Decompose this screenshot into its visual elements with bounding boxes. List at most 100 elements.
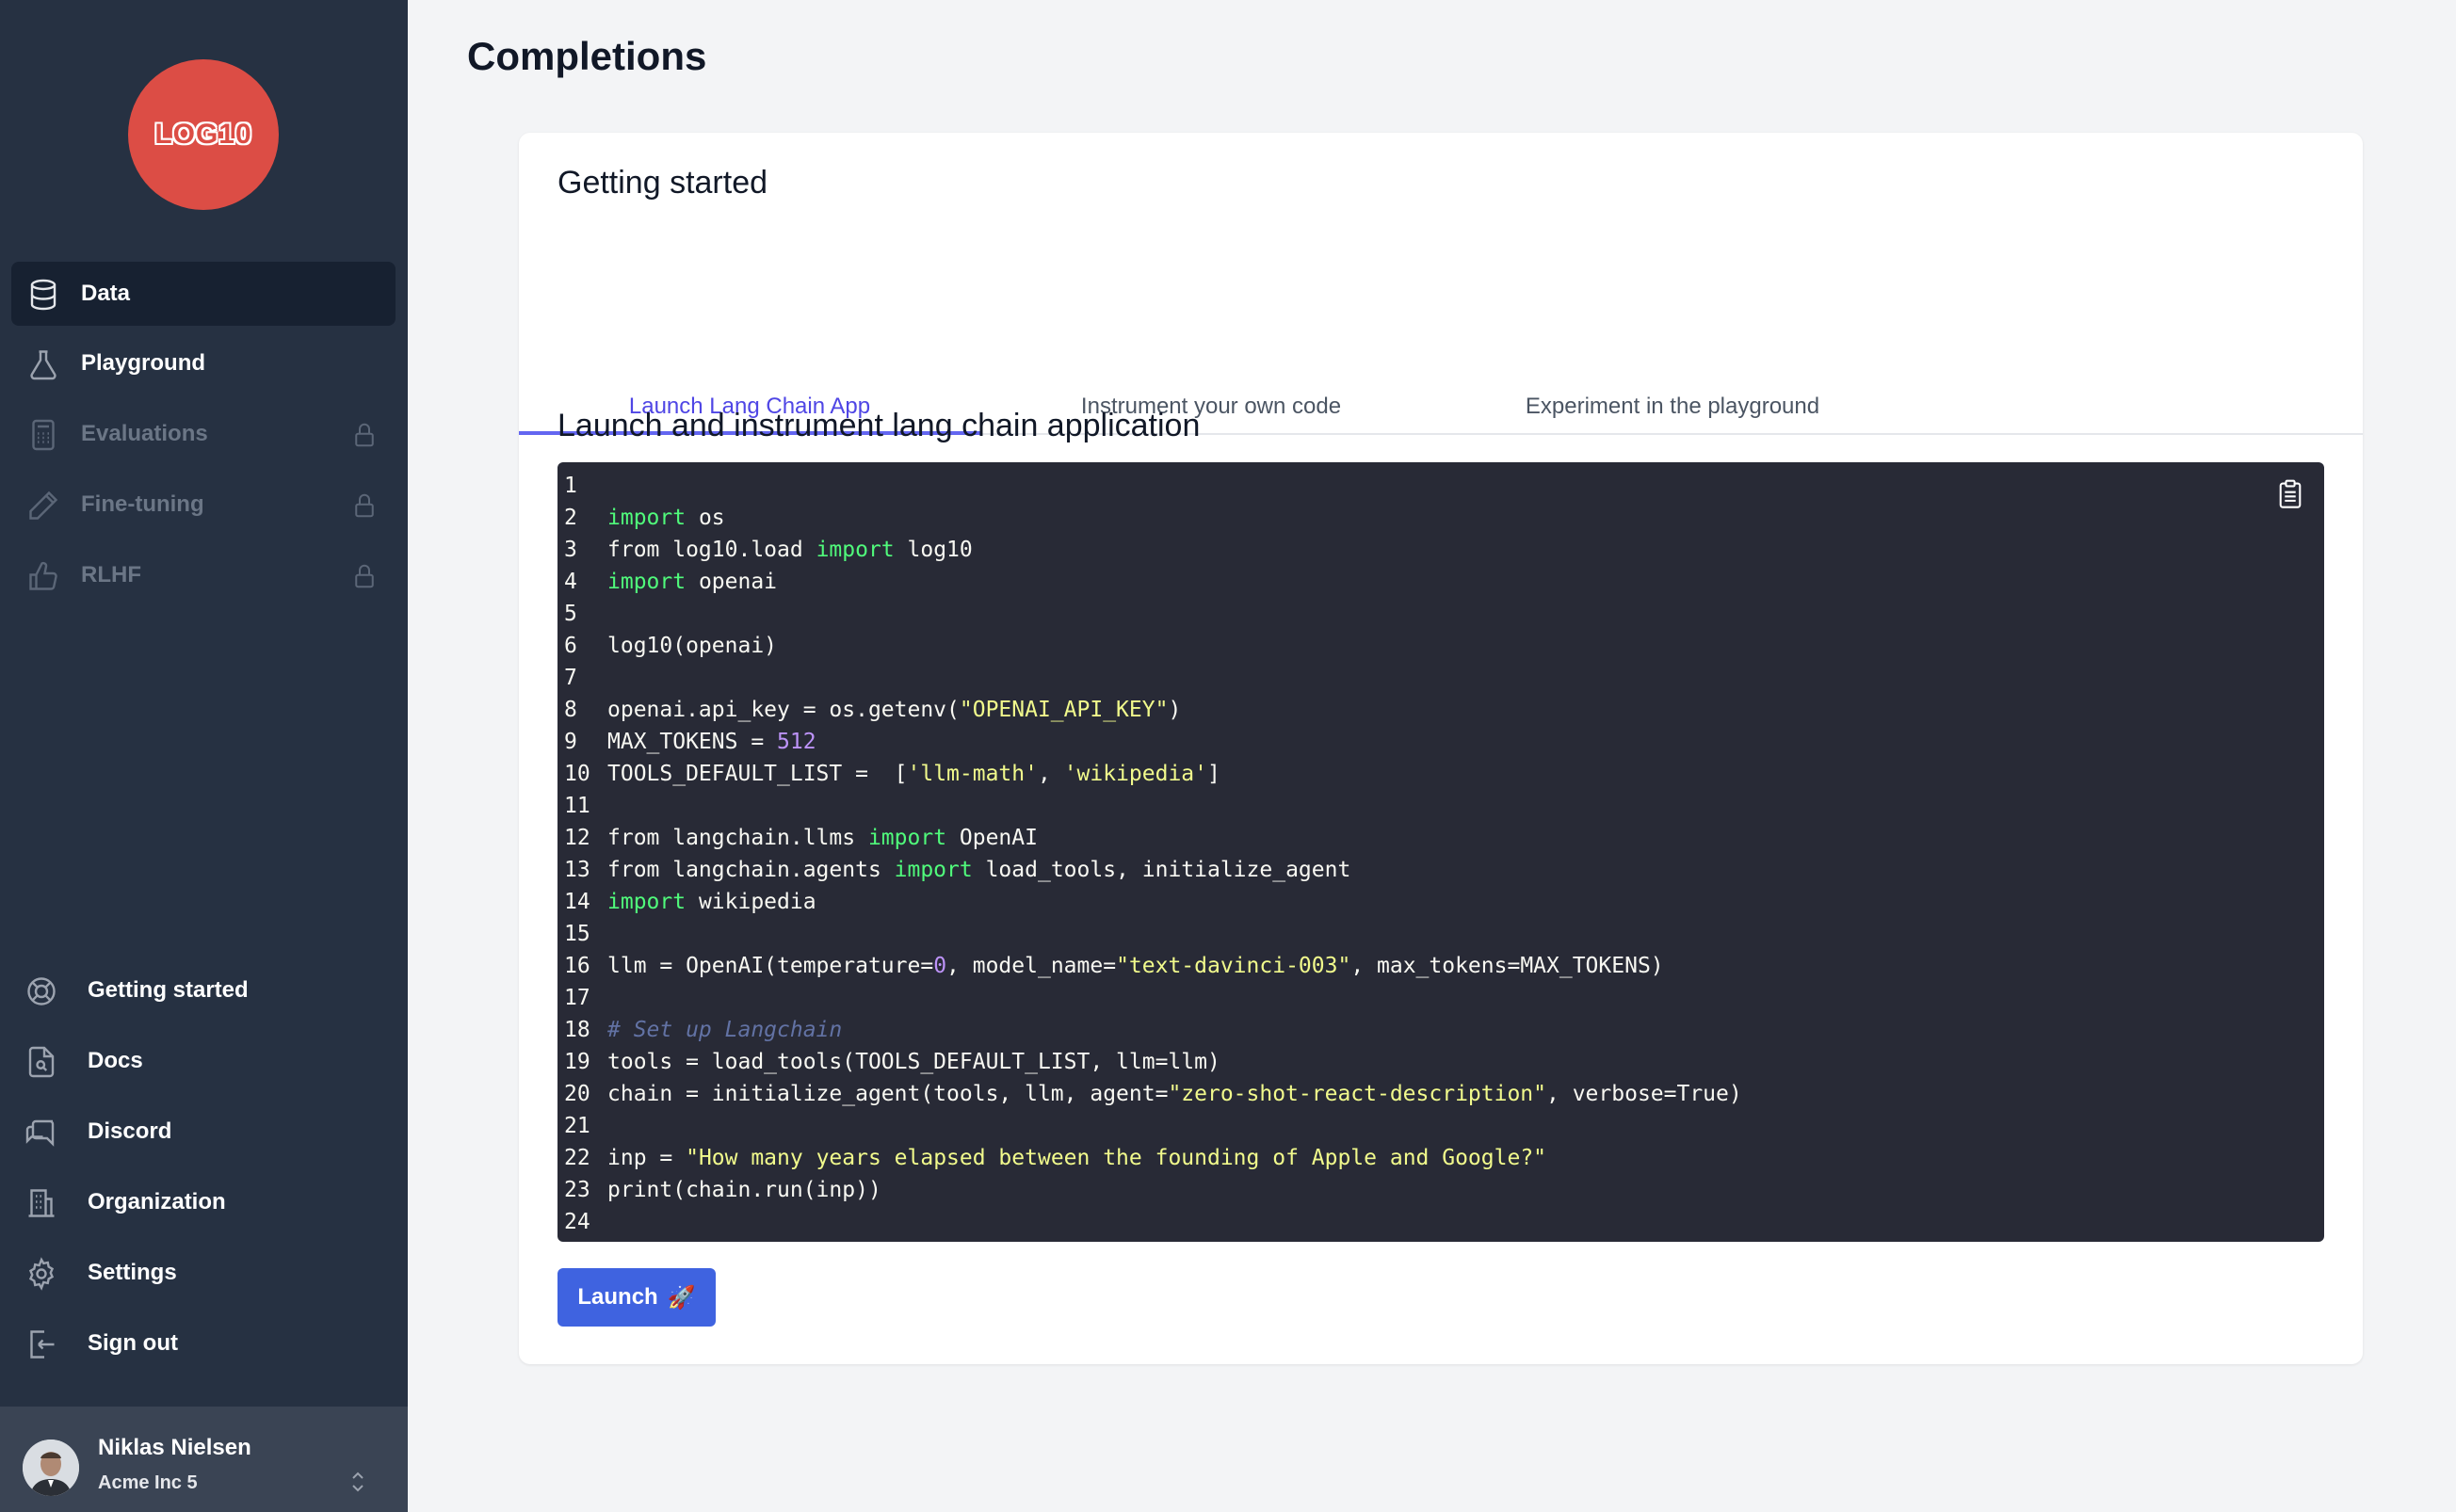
line-number: 5 (564, 602, 577, 626)
line-number: 2 (564, 506, 577, 530)
line-number: 22 (564, 1146, 590, 1170)
sign-out-icon (30, 1330, 55, 1359)
launch-button[interactable]: Launch 🚀 (557, 1268, 716, 1327)
sidebar-item-label: Docs (88, 1048, 143, 1073)
sidebar-item-rlhf[interactable]: RLHF (11, 543, 396, 607)
sidebar-item-label: Playground (81, 350, 206, 376)
sidebar-item-docs[interactable]: Docs (11, 1029, 396, 1093)
calculator-icon (32, 419, 55, 451)
tab-instrument-your-own-code[interactable]: Instrument your own code (980, 246, 1442, 435)
sidebar-item-label: Organization (88, 1189, 226, 1214)
line-number: 24 (564, 1210, 590, 1234)
sidebar-item-evaluations[interactable]: Evaluations (11, 402, 396, 466)
avatar (23, 1440, 79, 1496)
sidebar-item-getting-started[interactable]: Getting started (11, 958, 396, 1022)
code-text: inp = "How many years elapsed between th… (607, 1146, 1547, 1170)
code-line: 17 (564, 982, 1742, 1014)
lock-icon (355, 493, 374, 518)
line-number: 13 (564, 858, 590, 882)
code-line: 18 # Set up Langchain (564, 1014, 1742, 1046)
sidebar-item-fine-tuning[interactable]: Fine-tuning (11, 473, 396, 537)
getting-started-card: Getting started Launch Lang Chain App In… (519, 133, 2363, 1364)
code-line: 9 MAX_TOKENS = 512 (564, 726, 1742, 758)
code-line: 2 import os (564, 502, 1742, 534)
user-name: Niklas Nielsen (98, 1435, 251, 1460)
code-line: 3 from log10.load import log10 (564, 534, 1742, 566)
card-title: Getting started (557, 165, 768, 201)
line-number: 21 (564, 1114, 590, 1138)
pencil-icon (29, 491, 58, 520)
logo[interactable]: LOG10 (128, 59, 279, 210)
line-number: 12 (564, 826, 590, 850)
chevron-up-down-icon (352, 1472, 364, 1492)
line-number: 7 (564, 666, 577, 690)
sidebar-item-organization[interactable]: Organization (11, 1170, 396, 1234)
code-line: 24 (564, 1206, 1742, 1238)
code-line: 15 (564, 918, 1742, 950)
sidebar-item-label: Sign out (88, 1330, 178, 1356)
user-menu[interactable]: Niklas Nielsen Acme Inc 5 (0, 1407, 408, 1512)
code-text: TOOLS_DEFAULT_LIST = ['llm-math', 'wikip… (607, 762, 1220, 786)
code-text: tools = load_tools(TOOLS_DEFAULT_LIST, l… (607, 1050, 1220, 1074)
code-text: import wikipedia (607, 890, 816, 914)
sidebar-item-discord[interactable]: Discord (11, 1100, 396, 1164)
line-number: 10 (564, 762, 590, 786)
code-text: from log10.load import log10 (607, 538, 973, 562)
code-text: # Set up Langchain (607, 1018, 843, 1042)
sidebar-item-sign-out[interactable]: Sign out (11, 1311, 396, 1375)
line-number: 14 (564, 890, 590, 914)
line-number: 3 (564, 538, 577, 562)
section-title: Launch and instrument lang chain applica… (557, 408, 1201, 443)
code-text: chain = initialize_agent(tools, llm, age… (607, 1082, 1742, 1106)
sidebar-item-label: RLHF (81, 562, 141, 587)
line-number: 15 (564, 922, 590, 946)
line-number: 9 (564, 730, 577, 754)
flask-icon (30, 350, 57, 380)
tab-experiment-in-playground[interactable]: Experiment in the playground (1442, 246, 1903, 435)
code-line: 19 tools = load_tools(TOOLS_DEFAULT_LIST,… (564, 1046, 1742, 1078)
thumbs-up-icon (29, 561, 57, 590)
code-line: 6 log10(openai) (564, 630, 1742, 662)
sidebar-item-data[interactable]: Data (11, 262, 396, 326)
page-title: Completions (467, 34, 707, 78)
code-text: log10(openai) (607, 634, 778, 658)
line-number: 19 (564, 1050, 590, 1074)
line-number: 8 (564, 698, 577, 722)
lock-icon (355, 423, 374, 447)
chat-icon (25, 1119, 55, 1147)
sidebar-item-label: Data (81, 281, 131, 306)
lock-icon (355, 564, 374, 588)
line-number: 1 (564, 474, 577, 498)
clipboard-icon[interactable] (2277, 479, 2303, 509)
code-block[interactable]: 1 2 import os 3 from log10.load import log10… (557, 462, 2324, 1242)
line-number: 23 (564, 1178, 590, 1202)
sidebar-item-settings[interactable]: Settings (11, 1241, 396, 1305)
code-line: 20 chain = initialize_agent(tools, llm, a… (564, 1078, 1742, 1110)
code-line: 5 (564, 598, 1742, 630)
code-text: import openai (607, 570, 778, 594)
sidebar-item-label: Fine-tuning (81, 491, 204, 517)
code-text: from langchain.agents import load_tools,… (607, 858, 1351, 882)
tab-launch-lang-chain-app[interactable]: Launch Lang Chain App (519, 246, 980, 435)
code-lines: 1 2 import os 3 from log10.load import log10… (564, 470, 1742, 1238)
code-line: 12 from langchain.llms import OpenAI (564, 822, 1742, 854)
code-text: from langchain.llms import OpenAI (607, 826, 1038, 850)
gear-icon (28, 1257, 55, 1291)
code-line: 11 (564, 790, 1742, 822)
database-icon (30, 279, 57, 311)
code-text: openai.api_key = os.getenv("OPENAI_API_K… (607, 698, 1182, 722)
line-number: 17 (564, 986, 590, 1010)
sidebar-item-label: Getting started (88, 977, 249, 1003)
line-number: 11 (564, 794, 590, 818)
line-number: 4 (564, 570, 577, 594)
code-line: 22 inp = "How many years elapsed between … (564, 1142, 1742, 1174)
code-text: print(chain.run(inp)) (607, 1178, 881, 1202)
line-number: 6 (564, 634, 577, 658)
code-text: llm = OpenAI(temperature=0, model_name="… (607, 954, 1664, 978)
sidebar-item-playground[interactable]: Playground (11, 331, 396, 395)
code-text: import os (607, 506, 725, 530)
code-line: 13 from langchain.agents import load_tool… (564, 854, 1742, 886)
code-line: 1 (564, 470, 1742, 502)
sidebar: LOG10 Data Playground Evaluations Fine-t… (0, 0, 408, 1512)
code-line: 23 print(chain.run(inp)) (564, 1174, 1742, 1206)
